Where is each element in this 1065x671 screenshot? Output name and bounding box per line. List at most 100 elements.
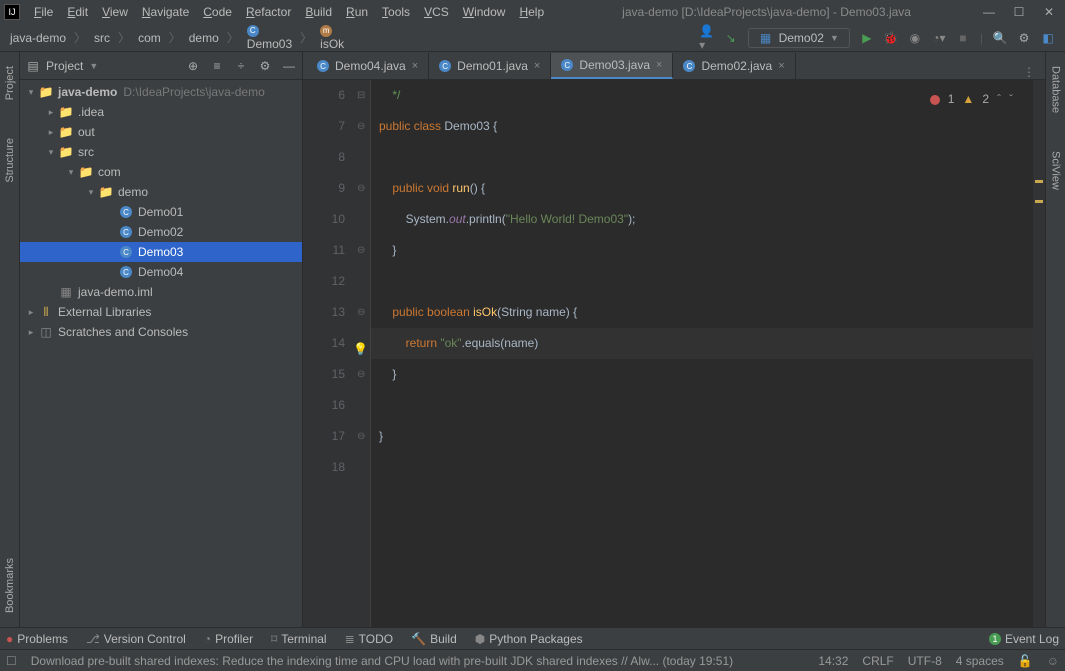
status-encoding[interactable]: UTF-8 [908,654,942,668]
tree-scratches[interactable]: ▸◫Scratches and Consoles [20,322,302,342]
close-tab-icon[interactable]: × [534,60,540,72]
user-icon[interactable]: 👤▾ [700,31,714,45]
title-bar: IJ FileEditViewNavigateCodeRefactorBuild… [0,0,1065,24]
chevron-down-icon[interactable]: ▼ [89,61,98,71]
left-tab-project[interactable]: Project [2,62,18,104]
project-header: ▤ Project ▼ ⊕ ≡ ÷ ⚙ — [20,52,302,80]
file-tab-demo03[interactable]: CDemo03.java× [551,53,673,79]
tree-external-libraries[interactable]: ▸⫴External Libraries [20,302,302,322]
tree-com[interactable]: ▾📁com [20,162,302,182]
minimize-icon[interactable]: — [983,6,995,18]
breadcrumb-java-demo[interactable]: java-demo [4,29,72,47]
left-tab-structure[interactable]: Structure [2,134,18,187]
tree-class-demo04[interactable]: CDemo04 [20,262,302,282]
error-stripe[interactable] [1033,80,1045,627]
tab-more-icon[interactable]: ⋮ [1013,65,1045,79]
run-icon[interactable]: ▶ [860,31,874,45]
class-icon: C [561,59,573,71]
breadcrumb-com[interactable]: com [132,29,167,47]
tree-root-name: java-demo [58,85,117,99]
breadcrumb-isok[interactable]: misOk [314,23,350,53]
breadcrumb-src[interactable]: src [88,29,116,47]
menu-build[interactable]: Build [299,3,338,21]
status-line-separator[interactable]: CRLF [862,654,893,668]
tree-root[interactable]: ▾📁 java-demo D:\IdeaProjects\java-demo [20,82,302,102]
plugin-icon[interactable]: ◧ [1041,31,1055,45]
menu-bar: FileEditViewNavigateCodeRefactorBuildRun… [28,3,550,21]
code-area[interactable]: 1 ▲ 2 ˆ ˇ */public class Demo03 { public… [371,80,1033,627]
right-tab-sciview[interactable]: SciView [1048,147,1064,194]
app-logo: IJ [4,4,20,20]
left-tab-bookmarks[interactable]: Bookmarks [2,554,18,617]
close-tab-icon[interactable]: × [656,59,662,71]
window-manager-icon[interactable]: ☐ [6,654,17,668]
expand-icon[interactable]: ≡ [210,59,224,73]
run-config-label: Demo02 [779,31,824,45]
right-tab-database[interactable]: Database [1048,62,1064,117]
close-tab-icon[interactable]: × [412,60,418,72]
profile-icon[interactable]: ◔▾ [932,31,946,45]
coverage-icon[interactable]: ◉ [908,31,922,45]
breadcrumb-demo[interactable]: demo [183,29,225,47]
menu-view[interactable]: View [96,3,134,21]
lock-icon[interactable]: 🔓 [1018,654,1033,668]
file-tab-demo04[interactable]: CDemo04.java× [307,53,429,79]
line-numbers: 6789101112131415161718 [303,80,355,627]
status-position[interactable]: 14:32 [818,654,848,668]
stop-icon[interactable]: ■ [956,31,970,45]
close-tab-icon[interactable]: × [778,60,784,72]
collapse-icon[interactable]: ÷ [234,59,248,73]
tab-terminal[interactable]: ⌑Terminal [271,632,327,646]
menu-code[interactable]: Code [197,3,238,21]
tab-problems[interactable]: ●Problems [6,632,68,646]
status-indent[interactable]: 4 spaces [956,654,1004,668]
tree-iml[interactable]: ▦java-demo.iml [20,282,302,302]
settings-icon[interactable]: ⚙ [1017,31,1031,45]
tab-version-control[interactable]: ⎇Version Control [86,632,186,646]
tree-demo[interactable]: ▾📁demo [20,182,302,202]
maximize-icon[interactable]: ☐ [1013,6,1025,18]
tree-class-demo03[interactable]: CDemo03 [20,242,302,262]
toolbar: 👤▾ ↘ ▦ Demo02 ▼ ▶ 🐞 ◉ ◔▾ ■ | 🔍 ⚙ ◧ [700,28,1061,48]
hammer-icon[interactable]: ↘ [724,31,738,45]
menu-refactor[interactable]: Refactor [240,3,297,21]
breadcrumb-demo03[interactable]: CDemo03 [241,23,298,53]
menu-tools[interactable]: Tools [376,3,416,21]
tab-python-packages[interactable]: ⬢Python Packages [475,632,583,646]
menu-run[interactable]: Run [340,3,374,21]
class-icon: C [439,60,451,72]
menu-edit[interactable]: Edit [61,3,94,21]
tree-src[interactable]: ▾📁src [20,142,302,162]
select-opened-icon[interactable]: ⊕ [186,59,200,73]
tree-idea[interactable]: ▸📁.idea [20,102,302,122]
menu-navigate[interactable]: Navigate [136,3,195,21]
left-tool-strip: Project Structure Bookmarks [0,52,20,627]
menu-file[interactable]: File [28,3,59,21]
menu-window[interactable]: Window [457,3,512,21]
run-config-icon: ▦ [759,31,773,45]
chevron-up-icon[interactable]: ˆ [997,84,1001,115]
tab-todo[interactable]: ≣TODO [345,632,394,646]
tree-out[interactable]: ▸📁out [20,122,302,142]
run-config-selector[interactable]: ▦ Demo02 ▼ [748,28,850,48]
project-tree[interactable]: ▾📁 java-demo D:\IdeaProjects\java-demo ▸… [20,80,302,627]
chevron-down-icon[interactable]: ˇ [1009,84,1013,115]
menu-help[interactable]: Help [513,3,550,21]
file-tab-demo01[interactable]: CDemo01.java× [429,53,551,79]
hide-icon[interactable]: — [282,59,296,73]
tab-event-log[interactable]: 1Event Log [989,632,1059,646]
tab-build[interactable]: 🔨Build [411,632,457,646]
debug-icon[interactable]: 🐞 [884,31,898,45]
tab-profiler[interactable]: ◔Profiler [204,632,253,646]
tree-class-demo02[interactable]: CDemo02 [20,222,302,242]
tree-class-demo01[interactable]: CDemo01 [20,202,302,222]
hector-icon[interactable]: ☺ [1047,654,1059,668]
window-title: java-demo [D:\IdeaProjects\java-demo] - … [550,5,983,19]
inspections-widget[interactable]: 1 ▲ 2 ˆ ˇ [930,84,1013,115]
search-icon[interactable]: 🔍 [993,31,1007,45]
file-tab-demo02[interactable]: CDemo02.java× [673,53,795,79]
menu-vcs[interactable]: VCS [418,3,455,21]
gear-icon[interactable]: ⚙ [258,59,272,73]
editor[interactable]: 6789101112131415161718 ⊟⊖⊖⊖⊖💡⊖⊖ 1 ▲ 2 ˆ … [303,80,1045,627]
close-icon[interactable]: ✕ [1043,6,1055,18]
